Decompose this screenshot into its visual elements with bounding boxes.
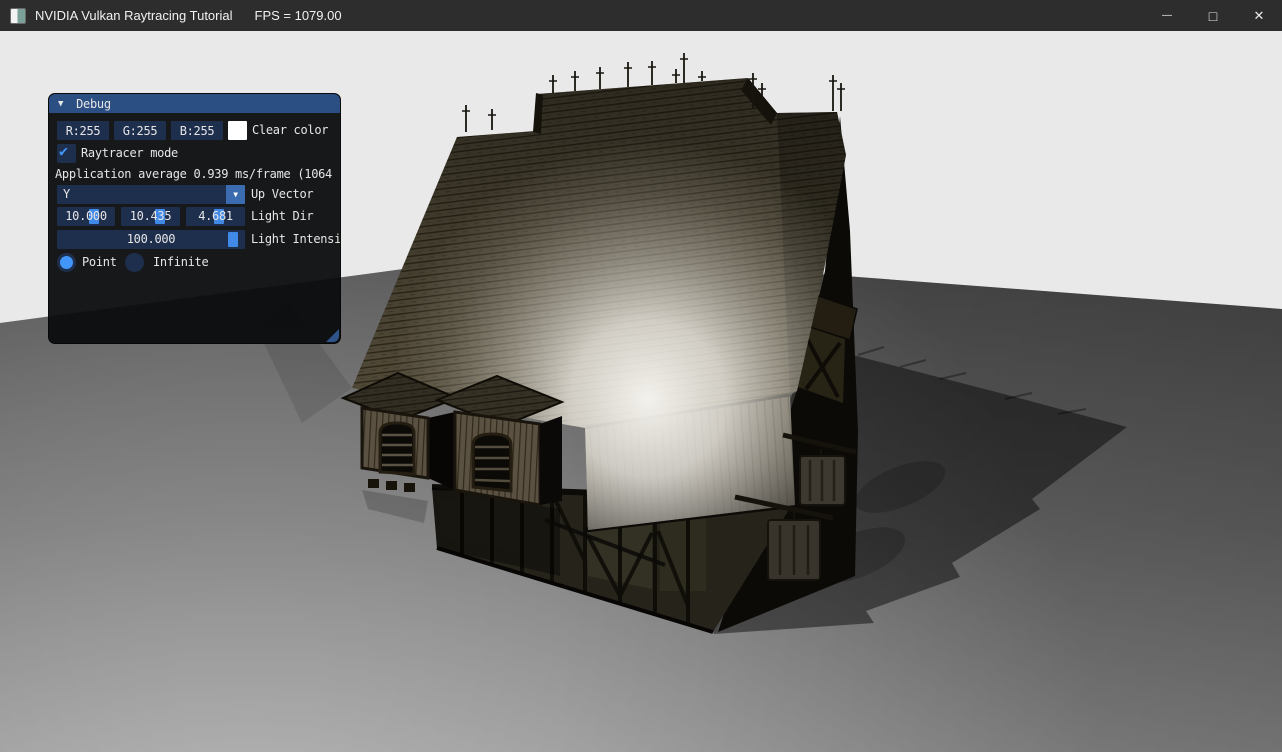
- debug-panel-title: Debug: [76, 97, 111, 111]
- light-type-infinite-radio[interactable]: [125, 253, 144, 272]
- up-vector-combo[interactable]: Y ▼: [57, 185, 245, 204]
- dormer-window: [380, 423, 414, 474]
- clear-color-label: Clear color: [252, 123, 328, 137]
- clear-color-g-field[interactable]: G:255: [114, 121, 166, 140]
- light-dir-z-slider[interactable]: 4.681: [186, 207, 245, 226]
- light-dir-label: Light Dir: [251, 209, 313, 223]
- dormer-window: [473, 434, 511, 491]
- stats-text: Application average 0.939 ms/frame (1064: [55, 167, 332, 181]
- resize-grip[interactable]: [326, 329, 339, 342]
- light-dir-y-slider[interactable]: 10.435: [121, 207, 180, 226]
- clear-color-swatch[interactable]: [228, 121, 247, 140]
- dormer-right: [437, 376, 562, 505]
- light-intensity-slider[interactable]: 100.000: [57, 230, 245, 249]
- maximize-icon: □: [1209, 8, 1217, 24]
- light-type-point-radio[interactable]: [57, 253, 76, 272]
- check-icon: ✔: [59, 142, 68, 160]
- maximize-button[interactable]: □: [1190, 0, 1236, 31]
- light-dir-x-slider[interactable]: 10.000: [57, 207, 115, 226]
- fps-counter: FPS = 1079.00: [255, 8, 342, 23]
- window-title: NVIDIA Vulkan Raytracing Tutorial: [35, 8, 233, 23]
- raytracer-label: Raytracer mode: [81, 146, 178, 160]
- application-window: NVIDIA Vulkan Raytracing Tutorial FPS = …: [0, 0, 1282, 752]
- minimize-icon: —: [1162, 10, 1172, 21]
- debug-panel[interactable]: ▼ Debug R:255 G:255 B:255 Clear color ✔ …: [48, 93, 341, 344]
- raytracer-checkbox[interactable]: ✔: [57, 144, 76, 163]
- minimize-button[interactable]: —: [1144, 0, 1190, 31]
- up-vector-label: Up Vector: [251, 187, 313, 201]
- close-icon: ✕: [1254, 8, 1265, 24]
- clear-color-b-field[interactable]: B:255: [171, 121, 223, 140]
- window-titlebar: NVIDIA Vulkan Raytracing Tutorial FPS = …: [0, 0, 1282, 31]
- debug-panel-titlebar[interactable]: ▼ Debug: [49, 94, 340, 113]
- close-button[interactable]: ✕: [1236, 0, 1282, 31]
- light-type-point-label: Point: [82, 255, 117, 269]
- viewport-3d[interactable]: ▼ Debug R:255 G:255 B:255 Clear color ✔ …: [0, 31, 1282, 752]
- clear-color-r-field[interactable]: R:255: [57, 121, 109, 140]
- up-vector-value: Y: [63, 187, 70, 201]
- light-type-infinite-label: Infinite: [153, 255, 208, 269]
- light-intensity-label: Light Intensity: [251, 232, 341, 246]
- collapse-arrow-icon[interactable]: ▼: [58, 99, 63, 109]
- combo-arrow-icon[interactable]: ▼: [226, 185, 245, 204]
- app-icon: [10, 8, 26, 24]
